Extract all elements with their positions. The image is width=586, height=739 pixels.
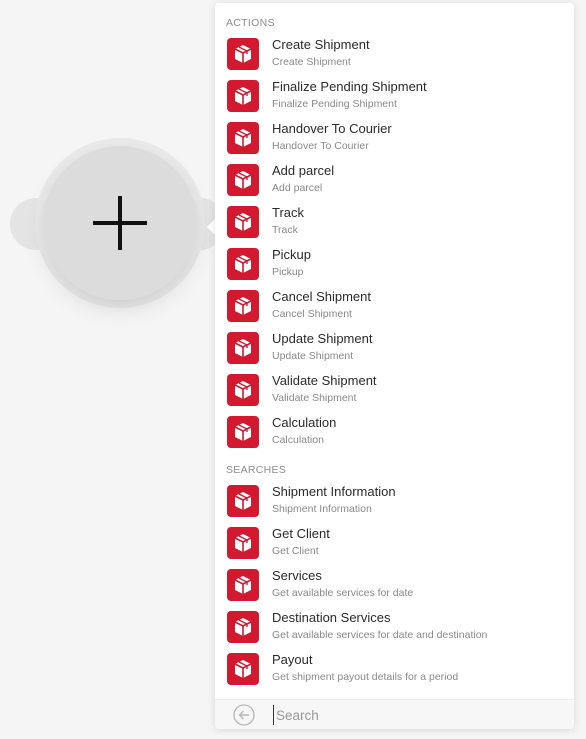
item-title: Shipment Information <box>272 484 396 499</box>
back-button[interactable] <box>233 704 255 726</box>
add-module-button[interactable] <box>43 146 197 300</box>
action-item-update-shipment[interactable]: Update Shipment Update Shipment <box>215 331 574 373</box>
action-item-handover-to-courier[interactable]: Handover To Courier Handover To Courier <box>215 121 574 163</box>
parcel-box-icon <box>227 416 259 448</box>
search-item-services[interactable]: Services Get available services for date <box>215 568 574 610</box>
item-title: Get Client <box>272 526 330 541</box>
parcel-box-icon <box>227 248 259 280</box>
action-item-track[interactable]: Track Track <box>215 205 574 247</box>
search-item-payout[interactable]: Payout Get shipment payout details for a… <box>215 652 574 694</box>
parcel-box-icon <box>227 653 259 685</box>
item-title: Services <box>272 568 322 583</box>
search-bar <box>215 699 574 729</box>
item-title: Finalize Pending Shipment <box>272 79 427 94</box>
search-item-destination-services[interactable]: Destination Services Get available servi… <box>215 610 574 652</box>
item-title: Pickup <box>272 247 312 262</box>
parcel-box-icon <box>227 290 259 322</box>
action-item-finalize-pending-shipment[interactable]: Finalize Pending Shipment Finalize Pendi… <box>215 79 574 121</box>
item-description: Get Client <box>272 545 319 557</box>
action-item-calculation[interactable]: Calculation Calculation <box>215 415 574 457</box>
item-title: Create Shipment <box>272 37 370 52</box>
item-description: Update Shipment <box>272 350 354 362</box>
item-title: Calculation <box>272 415 337 430</box>
parcel-box-icon <box>227 80 259 112</box>
parcel-box-icon <box>227 374 259 406</box>
action-item-add-parcel[interactable]: Add parcel Add parcel <box>215 163 574 205</box>
item-description: Track <box>272 224 298 236</box>
item-description: Get available services for date <box>272 587 414 599</box>
item-title: Track <box>272 205 305 220</box>
item-title: Add parcel <box>272 163 335 178</box>
empty-module <box>10 130 230 320</box>
parcel-box-icon <box>227 122 259 154</box>
parcel-box-icon <box>227 332 259 364</box>
item-title: Update Shipment <box>272 331 373 346</box>
parcel-box-icon <box>227 611 259 643</box>
parcel-box-icon <box>227 206 259 238</box>
parcel-box-icon <box>227 527 259 559</box>
action-item-cancel-shipment[interactable]: Cancel Shipment Cancel Shipment <box>215 289 574 331</box>
item-title: Validate Shipment <box>272 373 377 388</box>
item-description: Get available services for date and dest… <box>272 629 488 641</box>
parcel-box-icon <box>227 485 259 517</box>
search-item-get-client[interactable]: Get Client Get Client <box>215 526 574 568</box>
item-description: Cancel Shipment <box>272 308 352 320</box>
item-description: Calculation <box>272 434 324 446</box>
section-header-searches: SEARCHES <box>226 464 287 476</box>
search-item-shipment-information[interactable]: Shipment Information Shipment Informatio… <box>215 484 574 526</box>
arrow-left-circle-icon <box>233 704 255 726</box>
parcel-box-icon <box>227 164 259 196</box>
item-description: Validate Shipment <box>272 392 357 404</box>
item-description: Shipment Information <box>272 503 372 515</box>
section-header-actions: ACTIONS <box>226 17 275 29</box>
search-input[interactable] <box>273 705 556 725</box>
item-description: Pickup <box>272 266 304 278</box>
item-title: Payout <box>272 652 313 667</box>
action-item-create-shipment[interactable]: Create Shipment Create Shipment <box>215 37 574 79</box>
item-description: Finalize Pending Shipment <box>272 98 397 110</box>
item-title: Handover To Courier <box>272 121 392 136</box>
item-description: Get shipment payout details for a period <box>272 671 459 683</box>
item-title: Cancel Shipment <box>272 289 371 304</box>
parcel-box-icon <box>227 569 259 601</box>
item-description: Create Shipment <box>272 56 351 68</box>
parcel-box-icon <box>227 38 259 70</box>
item-title: Destination Services <box>272 610 391 625</box>
action-item-validate-shipment[interactable]: Validate Shipment Validate Shipment <box>215 373 574 415</box>
module-picker-panel: ACTIONS Create Shipment Create Shipment … <box>215 3 574 729</box>
action-item-pickup[interactable]: Pickup Pickup <box>215 247 574 289</box>
item-description: Add parcel <box>272 182 323 194</box>
item-description: Handover To Courier <box>272 140 369 152</box>
